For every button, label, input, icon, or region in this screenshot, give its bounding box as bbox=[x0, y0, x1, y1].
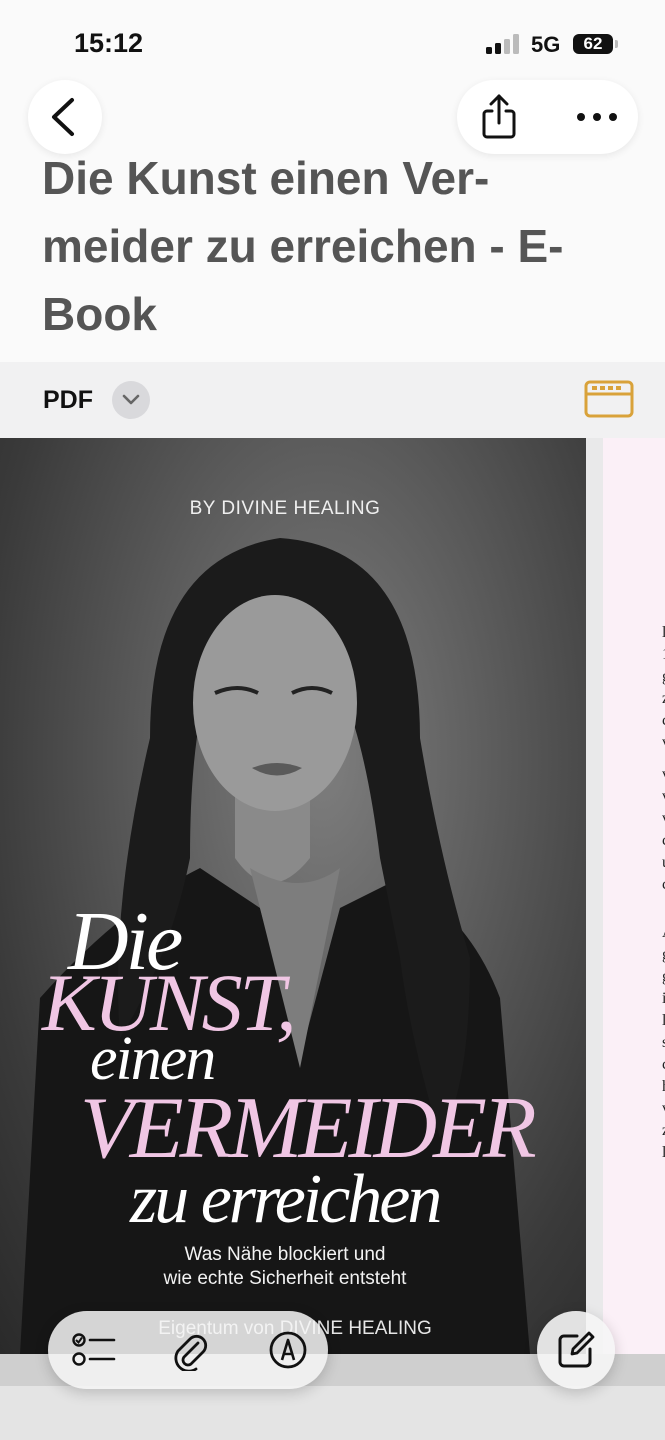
share-icon bbox=[482, 94, 516, 139]
bottom-backdrop bbox=[0, 1386, 665, 1440]
status-bar: 15:12 5G 62 bbox=[0, 0, 665, 80]
ebook-cover: BY DIVINE HEALING Die KUNST, einen VERME… bbox=[0, 438, 586, 1354]
battery-icon: 62 bbox=[573, 34, 613, 54]
attachment-bar: PDF bbox=[0, 362, 665, 438]
compose-button[interactable] bbox=[537, 1311, 615, 1389]
page-title: Die Kunst einen Ver-meider zu erreichen … bbox=[42, 152, 564, 340]
note-toolbar bbox=[48, 1311, 328, 1389]
battery-tip bbox=[615, 40, 618, 48]
header-actions bbox=[457, 80, 638, 154]
markup-button[interactable] bbox=[248, 1311, 328, 1389]
status-time: 15:12 bbox=[74, 28, 144, 58]
note-header: Die Kunst einen Ver-meider zu erreichen … bbox=[0, 80, 665, 362]
markup-pen-icon bbox=[269, 1331, 307, 1369]
next-page-preview: l1g zcv vvv cuc Agg ils chv zl bbox=[603, 438, 665, 1354]
chevron-down-icon bbox=[122, 394, 140, 405]
back-button[interactable] bbox=[28, 80, 102, 154]
network-label: 5G bbox=[531, 32, 561, 57]
compose-icon bbox=[558, 1331, 595, 1368]
cover-subtitle-line: wie echte Sicherheit entsteht bbox=[163, 1268, 407, 1289]
more-button[interactable] bbox=[557, 80, 637, 154]
checklist-button[interactable] bbox=[54, 1311, 134, 1389]
attach-button[interactable] bbox=[150, 1311, 230, 1389]
cover-subtitle-line: Was Nähe blockiert und bbox=[184, 1244, 386, 1265]
chevron-left-icon bbox=[52, 98, 74, 136]
page-view-icon[interactable] bbox=[584, 380, 634, 418]
signal-icon bbox=[486, 34, 520, 54]
checklist-icon bbox=[72, 1333, 116, 1366]
cover-byline: BY DIVINE HEALING bbox=[189, 498, 381, 519]
ellipsis-icon bbox=[577, 113, 617, 121]
pdf-preview[interactable]: BY DIVINE HEALING Die KUNST, einen VERME… bbox=[0, 438, 665, 1354]
attachment-dropdown-button[interactable] bbox=[112, 381, 150, 419]
share-button[interactable] bbox=[459, 80, 539, 154]
paperclip-icon bbox=[174, 1334, 208, 1371]
attachment-type-label[interactable]: PDF bbox=[43, 386, 93, 415]
cover-title-line: zu erreichen bbox=[130, 1161, 442, 1238]
